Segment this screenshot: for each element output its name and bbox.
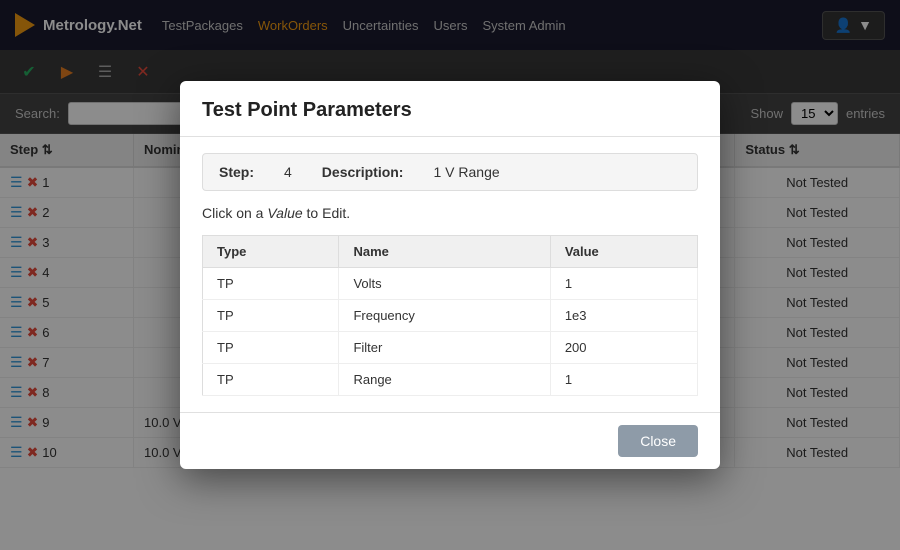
param-value[interactable]: 1e3 bbox=[550, 300, 697, 332]
param-type: TP bbox=[203, 300, 339, 332]
modal-step-info: Step: 4 Description: 1 V Range bbox=[202, 153, 698, 191]
close-button[interactable]: Close bbox=[618, 425, 698, 457]
col-value: Value bbox=[550, 236, 697, 268]
param-name: Volts bbox=[339, 268, 550, 300]
modal-overlay: Test Point Parameters Step: 4 Descriptio… bbox=[0, 0, 900, 550]
param-row: TP Frequency 1e3 bbox=[203, 300, 698, 332]
param-header-row: Type Name Value bbox=[203, 236, 698, 268]
param-row: TP Range 1 bbox=[203, 364, 698, 396]
modal-dialog: Test Point Parameters Step: 4 Descriptio… bbox=[180, 81, 720, 469]
param-value[interactable]: 200 bbox=[550, 332, 697, 364]
param-type: TP bbox=[203, 332, 339, 364]
step-value: 4 bbox=[284, 164, 292, 180]
param-value[interactable]: 1 bbox=[550, 268, 697, 300]
param-name: Frequency bbox=[339, 300, 550, 332]
param-type: TP bbox=[203, 268, 339, 300]
modal-body: Step: 4 Description: 1 V Range Click on … bbox=[180, 137, 720, 412]
param-type: TP bbox=[203, 364, 339, 396]
modal-footer: Close bbox=[180, 412, 720, 469]
param-table: Type Name Value TP Volts 1 TP Frequency … bbox=[202, 235, 698, 396]
param-row: TP Filter 200 bbox=[203, 332, 698, 364]
modal-instruction: Click on a Value to Edit. bbox=[202, 205, 698, 221]
param-row: TP Volts 1 bbox=[203, 268, 698, 300]
description-value: 1 V Range bbox=[433, 164, 499, 180]
modal-title: Test Point Parameters bbox=[202, 99, 412, 121]
step-label: Step: bbox=[219, 164, 254, 180]
modal-header: Test Point Parameters bbox=[180, 81, 720, 137]
description-label: Description: bbox=[322, 164, 404, 180]
param-value[interactable]: 1 bbox=[550, 364, 697, 396]
col-name: Name bbox=[339, 236, 550, 268]
col-type: Type bbox=[203, 236, 339, 268]
param-name: Range bbox=[339, 364, 550, 396]
param-name: Filter bbox=[339, 332, 550, 364]
